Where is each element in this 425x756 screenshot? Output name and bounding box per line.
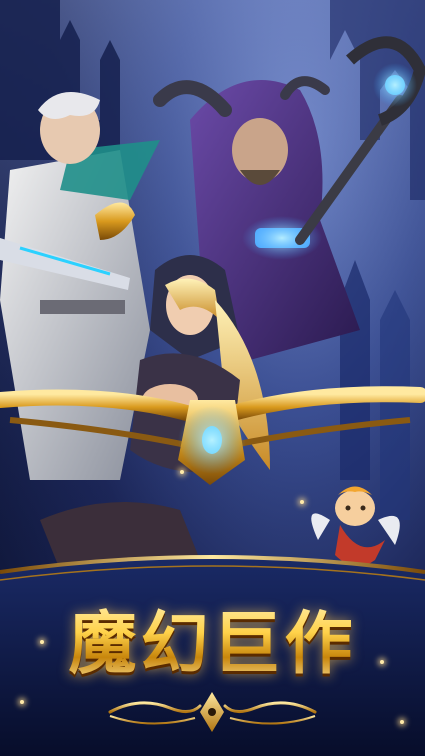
sparkle-icon [300, 500, 304, 504]
sparkle-icon [20, 700, 24, 704]
game-title: 魔幻巨作 [0, 588, 425, 687]
hero-artwork [0, 36, 425, 570]
splash-screen: 魔幻巨作 [0, 0, 425, 756]
sparkle-icon [180, 470, 184, 474]
sparkle-icon [400, 720, 404, 724]
ornament-flourish-icon [108, 692, 317, 732]
